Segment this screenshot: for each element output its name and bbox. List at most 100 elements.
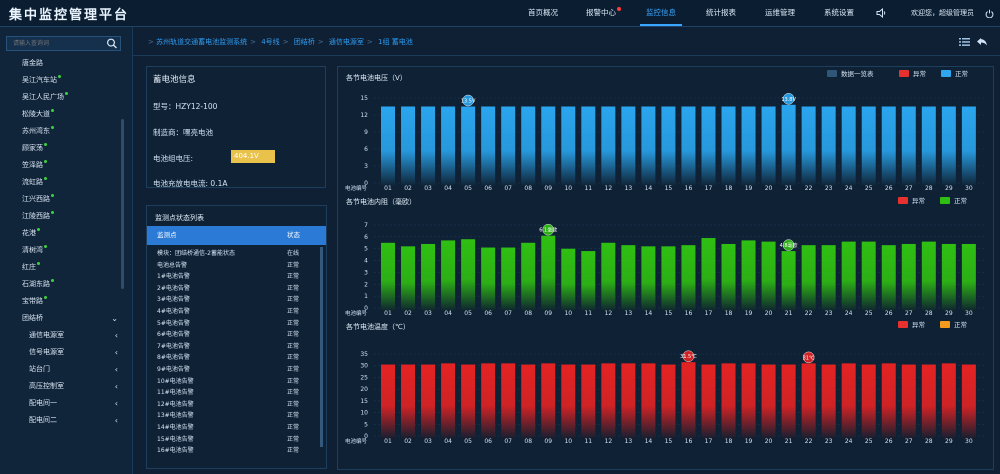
table-row[interactable]: 8#电池告警 正常 xyxy=(147,352,319,363)
table-row[interactable]: 15#电池告警 正常 xyxy=(147,434,319,445)
y-tick-label: 6 xyxy=(364,146,368,153)
value-label: 13.5V xyxy=(461,99,476,105)
x-tick-label: 14 xyxy=(645,438,653,445)
table-row[interactable]: 5#电池告警 正常 xyxy=(147,318,319,329)
sidebar-item[interactable]: 配电间二 ‹ xyxy=(0,412,126,429)
bar xyxy=(541,235,556,312)
x-tick-label: 30 xyxy=(965,438,973,445)
table-row[interactable]: 1#电池告警 正常 xyxy=(147,271,319,282)
y-tick-label: 4 xyxy=(364,258,368,265)
sidebar-scrollbar[interactable] xyxy=(121,119,124,289)
chevron-left-icon[interactable]: ‹ xyxy=(115,378,118,395)
sidebar: 唐金路吴江汽车站吴江人民广场松陵大道苏州湾东顾家荡笠泽路流虹路江兴西路江陵西路花… xyxy=(0,27,133,474)
legend-swatch xyxy=(898,197,908,204)
sidebar-item[interactable]: 笠泽路 xyxy=(0,157,126,174)
nav-alarm[interactable]: 报警中心 xyxy=(580,0,622,26)
table-row[interactable]: 14#电池告警 正常 xyxy=(147,422,319,433)
table-row[interactable]: 16#电池告警 正常 xyxy=(147,445,319,456)
online-dot-icon xyxy=(58,75,61,78)
x-tick-label: 03 xyxy=(424,185,432,192)
search-icon[interactable] xyxy=(106,38,118,49)
sidebar-item[interactable]: 信号电源室 ‹ xyxy=(0,344,126,361)
x-tick-label: 23 xyxy=(825,438,833,445)
table-row[interactable]: 电池总告警 正常 xyxy=(147,260,319,271)
x-tick-label: 21 xyxy=(785,438,793,445)
chevron-left-icon[interactable]: ‹ xyxy=(115,395,118,412)
sidebar-item-label: 团结桥 xyxy=(22,314,43,322)
table-row[interactable]: 11#电池告警 正常 xyxy=(147,387,319,398)
sidebar-item[interactable]: 通信电源室 ‹ xyxy=(0,327,126,344)
chevron-left-icon[interactable]: ‹ xyxy=(115,412,118,429)
sidebar-item[interactable]: 吴江汽车站 xyxy=(0,72,126,89)
speaker-icon[interactable] xyxy=(876,8,887,18)
x-tick-label: 13 xyxy=(625,438,633,445)
sidebar-item[interactable]: 江陵西路 xyxy=(0,208,126,225)
x-tick-label: 04 xyxy=(444,438,452,445)
sidebar-item[interactable]: 宝带路 xyxy=(0,293,126,310)
sidebar-item[interactable]: 清树湾 xyxy=(0,242,126,259)
nav-settings[interactable]: 系统设置 xyxy=(818,0,860,26)
table-row[interactable]: 3#电池告警 正常 xyxy=(147,294,319,305)
table-row[interactable]: 4#电池告警 正常 xyxy=(147,306,319,317)
monitor-list-scrollbar[interactable] xyxy=(320,247,323,447)
sidebar-item[interactable]: 顾家荡 xyxy=(0,140,126,157)
breadcrumb-item[interactable]: 1组 蓄电池 xyxy=(378,38,413,46)
bar xyxy=(761,241,776,312)
table-row[interactable]: 9#电池告警 正常 xyxy=(147,364,319,375)
bar xyxy=(821,364,836,440)
breadcrumb-item[interactable]: 4号线 xyxy=(261,38,279,46)
chevron-down-icon[interactable]: ⌄ xyxy=(111,310,118,327)
y-tick-label: 30 xyxy=(360,363,368,370)
table-row[interactable]: 2#电池告警 正常 xyxy=(147,283,319,294)
sidebar-item[interactable]: 花港 xyxy=(0,225,126,242)
sidebar-item[interactable]: 江兴西路 xyxy=(0,191,126,208)
legend-swatch xyxy=(899,70,909,77)
sidebar-item[interactable]: 石湖东路 xyxy=(0,276,126,293)
breadcrumb-item[interactable]: 通信电源室 xyxy=(329,38,364,46)
power-icon[interactable] xyxy=(985,9,994,18)
table-row[interactable]: 7#电池告警 正常 xyxy=(147,341,319,352)
sidebar-item[interactable]: 配电间一 ‹ xyxy=(0,395,126,412)
value-label: 31.5℃ xyxy=(680,354,697,360)
table-row[interactable]: 6#电池告警 正常 xyxy=(147,329,319,340)
bar xyxy=(441,106,456,187)
search-input[interactable] xyxy=(7,37,103,50)
bar xyxy=(601,242,616,312)
battery-model: 型号：HZY12-100 xyxy=(153,102,218,111)
chevron-left-icon[interactable]: ‹ xyxy=(115,344,118,361)
sidebar-item[interactable]: 流虹路 xyxy=(0,174,126,191)
table-row[interactable]: 13#电池告警 正常 xyxy=(147,410,319,421)
table-row[interactable]: 12#电池告警 正常 xyxy=(147,399,319,410)
back-arrow-icon[interactable] xyxy=(976,37,988,47)
bar xyxy=(741,363,756,440)
chevron-left-icon[interactable]: ‹ xyxy=(115,327,118,344)
breadcrumb-item[interactable]: 苏州轨道交通蓄电池监测系统 xyxy=(156,38,247,46)
table-row[interactable]: 模块：团结桥通信-2蓄能状态 在线 xyxy=(147,248,319,259)
bar xyxy=(621,106,636,187)
nav-monitor[interactable]: 监控信息 xyxy=(640,0,682,26)
sidebar-item[interactable]: 唐金路 xyxy=(0,55,126,72)
chevron-left-icon[interactable]: ‹ xyxy=(115,361,118,378)
sidebar-item[interactable]: 吴江人民广场 xyxy=(0,89,126,106)
nav-home[interactable]: 首页概况 xyxy=(522,0,564,26)
point-status: 正常 xyxy=(287,377,300,385)
y-tick-label: 5 xyxy=(364,246,368,253)
sidebar-item[interactable]: 团结桥 ⌄ xyxy=(0,310,126,327)
sidebar-item[interactable]: 苏州湾东 xyxy=(0,123,126,140)
sidebar-item[interactable]: 松陵大道 xyxy=(0,106,126,123)
sidebar-item[interactable]: 站台门 ‹ xyxy=(0,361,126,378)
nav-reports[interactable]: 统计报表 xyxy=(700,0,742,26)
nav-maintenance[interactable]: 运维管理 xyxy=(759,0,801,26)
user-greeting[interactable]: 欢迎您，超级管理员 xyxy=(911,0,974,26)
table-row[interactable]: 10#电池告警 正常 xyxy=(147,376,319,387)
sidebar-item-label: 吴江人民广场 xyxy=(22,93,64,101)
alarm-dot-icon xyxy=(617,7,621,11)
sidebar-item[interactable]: 高压控制室 ‹ xyxy=(0,378,126,395)
breadcrumb-item[interactable]: 团结桥 xyxy=(294,38,315,46)
x-tick-label: 20 xyxy=(765,185,773,192)
bar xyxy=(781,251,796,312)
point-name: 14#电池告警 xyxy=(157,424,194,431)
x-axis-label: 电池编号 xyxy=(345,437,368,445)
sidebar-item[interactable]: 红庄 xyxy=(0,259,126,276)
list-icon[interactable] xyxy=(959,38,970,46)
